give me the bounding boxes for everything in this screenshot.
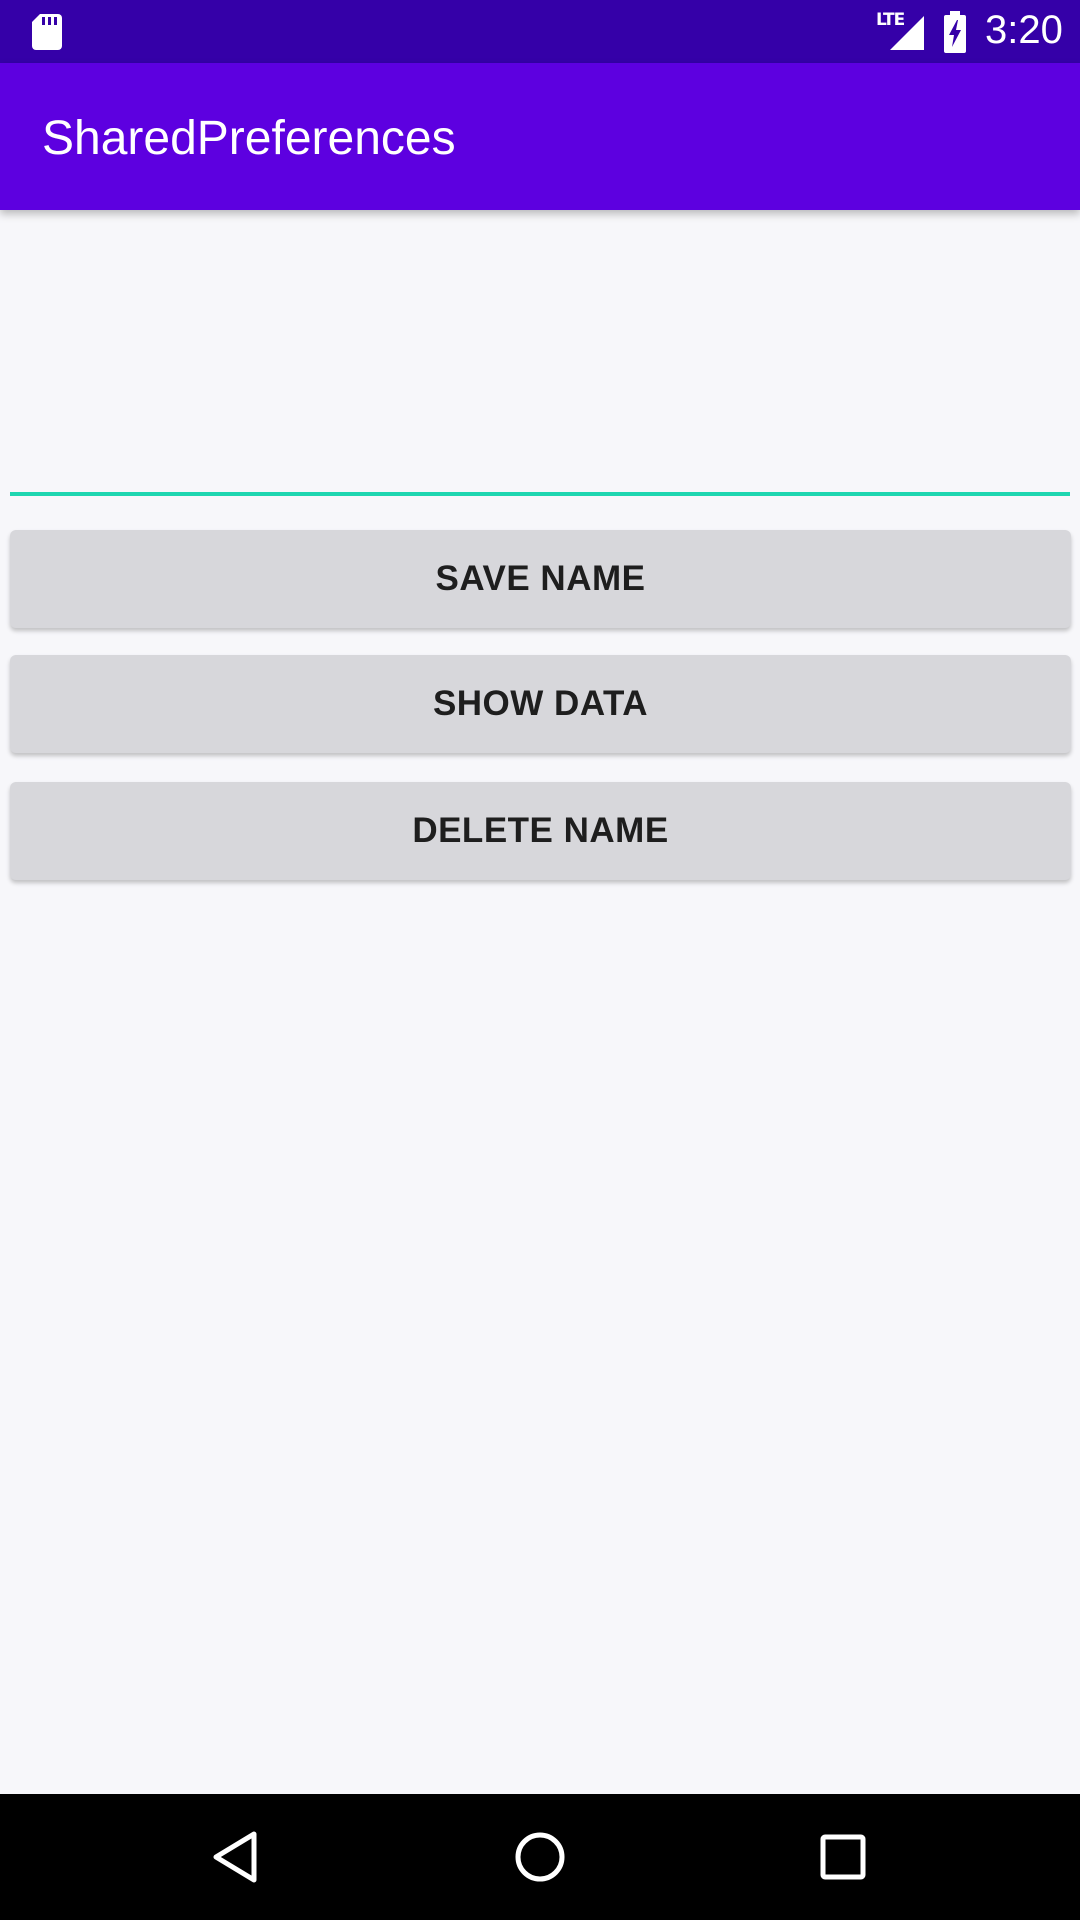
app-bar: SharedPreferences xyxy=(0,63,1080,210)
delete-name-button[interactable]: DELETE NAME xyxy=(10,782,1071,880)
save-name-button[interactable]: SAVE NAME xyxy=(10,530,1071,628)
lte-signal-icon xyxy=(890,16,924,50)
home-icon[interactable] xyxy=(511,1828,569,1886)
app-screen: LTE 3:20 SharedPreferences SAVE NAME SHO… xyxy=(0,0,1080,1920)
navigation-bar xyxy=(0,1794,1080,1920)
status-bar: LTE 3:20 xyxy=(0,0,1080,63)
back-icon[interactable] xyxy=(208,1828,266,1886)
show-data-button[interactable]: SHOW DATA xyxy=(10,655,1071,753)
status-clock: 3:20 xyxy=(985,8,1063,52)
battery-charging-icon xyxy=(944,11,966,53)
recents-icon[interactable] xyxy=(814,1828,872,1886)
app-title: SharedPreferences xyxy=(42,112,456,165)
sd-card-icon xyxy=(32,14,62,50)
name-input[interactable] xyxy=(10,270,1070,496)
